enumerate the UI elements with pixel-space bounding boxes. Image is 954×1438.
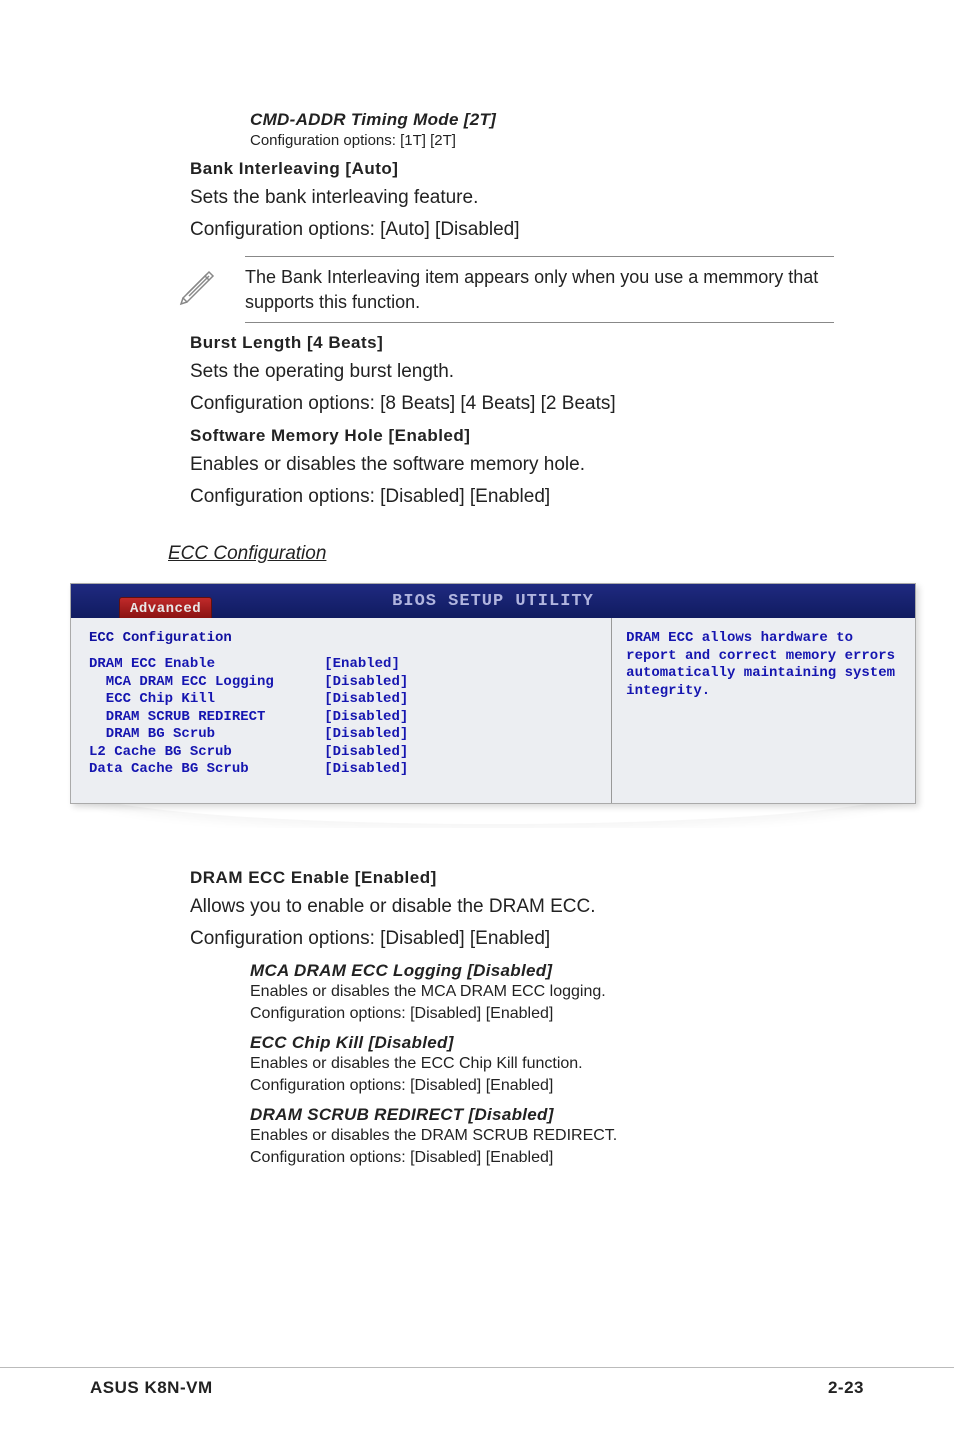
bios-tab-advanced: Advanced	[119, 597, 212, 618]
burst-length-line2: Configuration options: [8 Beats] [4 Beat…	[190, 391, 864, 417]
pencil-icon	[175, 262, 245, 306]
dram-ecc-enable-title: DRAM ECC Enable [Enabled]	[190, 868, 864, 888]
dram-scrub-redirect-line1: Enables or disables the DRAM SCRUB REDIR…	[250, 1127, 864, 1145]
mca-logging-line2: Configuration options: [Disabled] [Enabl…	[250, 1005, 864, 1023]
bios-row-key: ECC Chip Kill	[89, 691, 324, 709]
ecc-chip-kill-title: ECC Chip Kill [Disabled]	[250, 1033, 864, 1053]
bios-panel-title: ECC Configuration	[89, 630, 593, 646]
footer-product: ASUS K8N-VM	[90, 1378, 213, 1398]
bios-row-value: [Disabled]	[324, 674, 408, 692]
note-box: The Bank Interleaving item appears only …	[175, 256, 834, 323]
bios-row-value: [Disabled]	[324, 691, 408, 709]
page-footer: ASUS K8N-VM 2-23	[0, 1367, 954, 1398]
bank-interleaving-line2: Configuration options: [Auto] [Disabled]	[190, 217, 864, 243]
mca-logging-title: MCA DRAM ECC Logging [Disabled]	[250, 961, 864, 981]
bios-row-key: Data Cache BG Scrub	[89, 761, 324, 779]
bios-row-value: [Disabled]	[324, 709, 408, 727]
bios-row-key: MCA DRAM ECC Logging	[89, 674, 324, 692]
dram-scrub-redirect-line2: Configuration options: [Disabled] [Enabl…	[250, 1149, 864, 1167]
dram-ecc-enable-line2: Configuration options: [Disabled] [Enabl…	[190, 926, 864, 952]
bios-row: DRAM ECC Enable [Enabled]	[89, 656, 593, 674]
ecc-chip-kill-line1: Enables or disables the ECC Chip Kill fu…	[250, 1055, 864, 1073]
bios-row-key: L2 Cache BG Scrub	[89, 744, 324, 762]
bios-setup-panel: Advanced BIOS SETUP UTILITY ECC Configur…	[70, 583, 916, 804]
bios-row: DRAM BG Scrub [Disabled]	[89, 726, 593, 744]
software-memory-hole-line1: Enables or disables the software memory …	[190, 452, 864, 478]
bios-row-value: [Enabled]	[324, 656, 400, 674]
burst-length-line1: Sets the operating burst length.	[190, 359, 864, 385]
bios-rows: DRAM ECC Enable [Enabled] MCA DRAM ECC L…	[89, 656, 593, 779]
dram-scrub-redirect-title: DRAM SCRUB REDIRECT [Disabled]	[250, 1105, 864, 1125]
bios-row-key: DRAM SCRUB REDIRECT	[89, 709, 324, 727]
software-memory-hole-line2: Configuration options: [Disabled] [Enabl…	[190, 484, 864, 510]
bios-help-text: DRAM ECC allows hardware to report and c…	[611, 618, 915, 803]
cmd-timing-title: CMD-ADDR Timing Mode [2T]	[250, 110, 864, 130]
bios-row: L2 Cache BG Scrub [Disabled]	[89, 744, 593, 762]
bios-row-key: DRAM BG Scrub	[89, 726, 324, 744]
mca-logging-line1: Enables or disables the MCA DRAM ECC log…	[250, 983, 864, 1001]
ecc-chip-kill-line2: Configuration options: [Disabled] [Enabl…	[250, 1077, 864, 1095]
bios-row-value: [Disabled]	[324, 744, 408, 762]
bank-interleaving-line1: Sets the bank interleaving feature.	[190, 185, 864, 211]
software-memory-hole-title: Software Memory Hole [Enabled]	[190, 426, 864, 446]
dram-ecc-enable-line1: Allows you to enable or disable the DRAM…	[190, 894, 864, 920]
bios-row: Data Cache BG Scrub [Disabled]	[89, 761, 593, 779]
bios-row: DRAM SCRUB REDIRECT [Disabled]	[89, 709, 593, 727]
bios-row: ECC Chip Kill [Disabled]	[89, 691, 593, 709]
cmd-timing-desc: Configuration options: [1T] [2T]	[250, 132, 864, 149]
bios-row-value: [Disabled]	[324, 761, 408, 779]
bank-interleaving-title: Bank Interleaving [Auto]	[190, 159, 864, 179]
bios-row-key: DRAM ECC Enable	[89, 656, 324, 674]
bios-row-value: [Disabled]	[324, 726, 408, 744]
burst-length-title: Burst Length [4 Beats]	[190, 333, 864, 353]
bios-row: MCA DRAM ECC Logging [Disabled]	[89, 674, 593, 692]
footer-page-number: 2-23	[828, 1378, 864, 1398]
note-text: The Bank Interleaving item appears only …	[245, 256, 834, 323]
ecc-section-title: ECC Configuration	[168, 543, 864, 565]
